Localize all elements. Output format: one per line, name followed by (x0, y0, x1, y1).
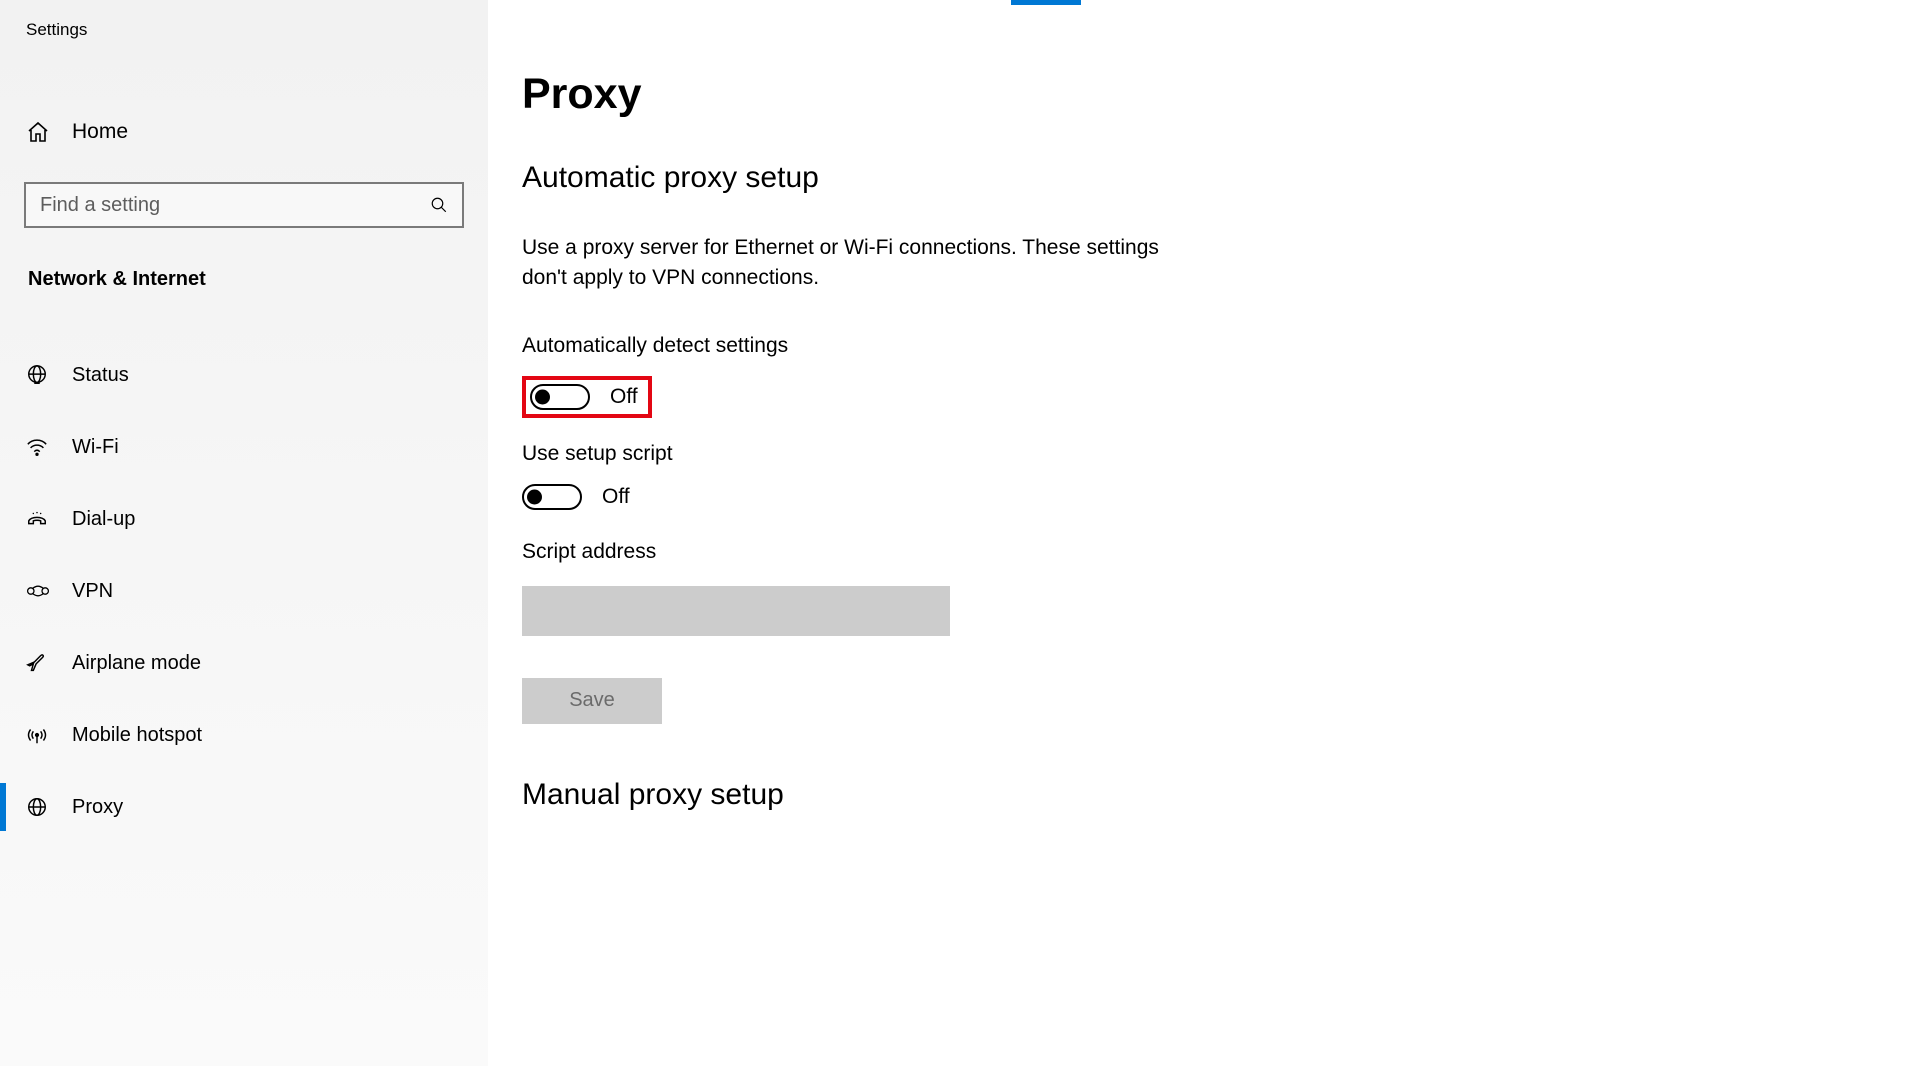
settings-sidebar: Settings Home Network & Internet Status … (0, 0, 488, 1066)
toggle-knob (527, 489, 542, 504)
highlighted-toggle-annotation: Off (522, 376, 652, 418)
nav-label: Proxy (72, 796, 123, 819)
nav-label: VPN (72, 580, 113, 603)
nav-label: Airplane mode (72, 652, 201, 675)
dialup-icon (26, 508, 72, 530)
auto-detect-toggle[interactable] (530, 384, 590, 410)
status-icon (26, 364, 72, 386)
save-button: Save (522, 678, 662, 724)
nav-home-label: Home (72, 120, 128, 144)
home-icon (26, 120, 72, 144)
nav-label: Status (72, 364, 129, 387)
search-icon (430, 196, 448, 214)
category-title: Network & Internet (0, 268, 488, 291)
proxy-icon (26, 796, 72, 818)
auto-detect-label: Automatically detect settings (522, 334, 1931, 358)
setup-script-toggle[interactable] (522, 484, 582, 510)
airplane-icon (26, 652, 72, 674)
nav-home[interactable]: Home (0, 102, 488, 162)
setup-script-state: Off (602, 485, 630, 509)
window-title: Settings (0, 0, 488, 50)
page-title: Proxy (522, 70, 1931, 119)
vpn-icon (26, 581, 72, 601)
search-box[interactable] (24, 182, 464, 228)
nav-item-dialup[interactable]: Dial-up (0, 483, 488, 555)
nav-label: Dial-up (72, 508, 135, 531)
nav-item-status[interactable]: Status (0, 339, 488, 411)
script-address-input (522, 586, 950, 636)
wifi-icon (26, 436, 72, 458)
main-content: Proxy Automatic proxy setup Use a proxy … (488, 0, 1931, 1066)
toggle-knob (535, 389, 550, 404)
nav-item-airplane[interactable]: Airplane mode (0, 627, 488, 699)
nav-label: Wi-Fi (72, 436, 119, 459)
auto-section-desc: Use a proxy server for Ethernet or Wi-Fi… (522, 233, 1182, 294)
script-address-label: Script address (522, 540, 1931, 564)
manual-section-title: Manual proxy setup (522, 778, 1931, 812)
nav-item-wifi[interactable]: Wi-Fi (0, 411, 488, 483)
auto-section-title: Automatic proxy setup (522, 161, 1931, 195)
setup-script-label: Use setup script (522, 442, 1931, 466)
nav-label: Mobile hotspot (72, 724, 202, 747)
nav-list: Status Wi-Fi Dial-up VPN Airplane mode (0, 339, 488, 843)
search-input[interactable] (40, 194, 430, 217)
top-accent-bar (1011, 0, 1081, 5)
nav-item-vpn[interactable]: VPN (0, 555, 488, 627)
hotspot-icon (26, 724, 72, 746)
nav-item-hotspot[interactable]: Mobile hotspot (0, 699, 488, 771)
nav-item-proxy[interactable]: Proxy (0, 771, 488, 843)
auto-detect-state: Off (610, 385, 638, 409)
